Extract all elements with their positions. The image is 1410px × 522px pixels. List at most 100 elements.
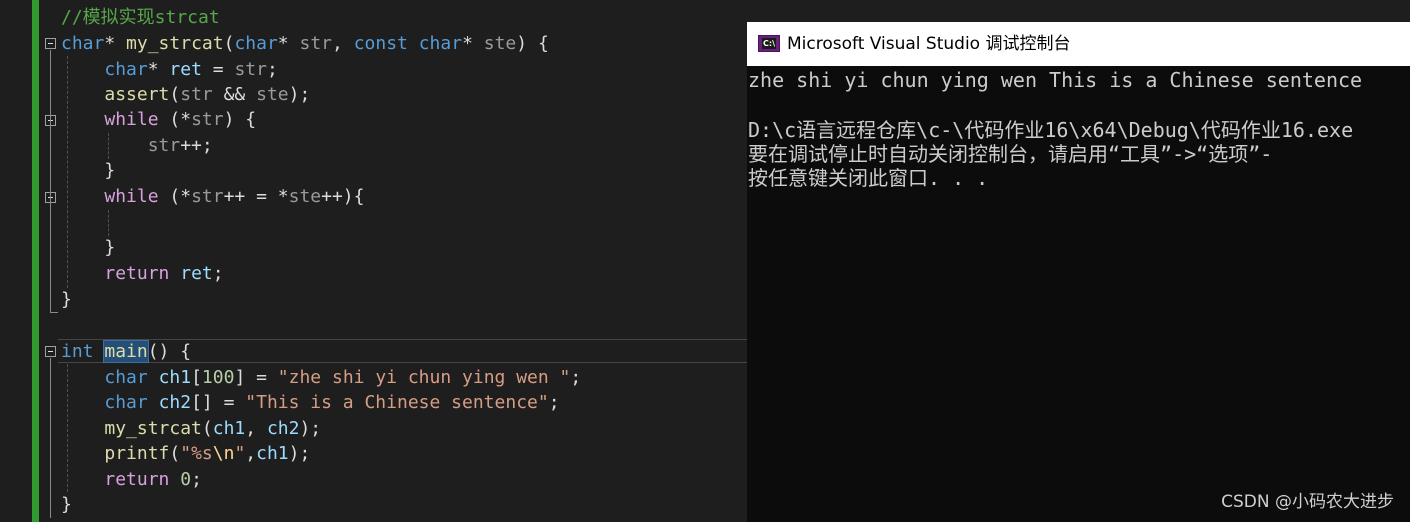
code-text: //模拟实现strcat bbox=[61, 5, 220, 30]
code-token: [ bbox=[191, 367, 202, 388]
code-token: } bbox=[61, 160, 116, 181]
code-text: char* ret = str; bbox=[61, 57, 278, 82]
console-titlebar[interactable]: C:\ Microsoft Visual Studio 调试控制台 bbox=[747, 22, 1410, 66]
code-token: ++; bbox=[180, 135, 213, 156]
code-token: () { bbox=[147, 341, 192, 362]
code-token: ] = bbox=[234, 367, 278, 388]
code-token: 0 bbox=[180, 469, 192, 490]
code-token: } bbox=[61, 237, 116, 258]
code-line[interactable]: while (*str) { bbox=[0, 107, 747, 132]
code-token: ( bbox=[223, 33, 235, 54]
code-text: return ret; bbox=[61, 261, 223, 286]
code-token: (* bbox=[158, 109, 192, 130]
code-token: return bbox=[104, 263, 170, 284]
console-icon-text: C:\ bbox=[762, 38, 776, 49]
console-output-line: D:\c语言远程仓库\c-\代码作业16\x64\Debug\代码作业16.ex… bbox=[748, 118, 1354, 142]
code-token: str bbox=[191, 109, 224, 130]
code-text: } bbox=[61, 235, 115, 260]
code-line[interactable]: printf("%s\n",ch1); bbox=[0, 441, 747, 466]
code-line[interactable]: } bbox=[0, 235, 747, 260]
code-token: ch2 bbox=[158, 392, 192, 413]
code-text: while (*str) { bbox=[61, 107, 256, 132]
code-token: //模拟实现strcat bbox=[61, 7, 220, 28]
code-token: * bbox=[277, 33, 300, 54]
code-line[interactable]: char ch2[] = "This is a Chinese sentence… bbox=[0, 390, 747, 415]
console-output-line: 要在调试停止时自动关闭控制台，请启用“工具”->“选项”- bbox=[748, 142, 1273, 166]
code-token: ; bbox=[266, 59, 278, 80]
code-token: ret bbox=[180, 263, 213, 284]
code-text: } bbox=[61, 158, 115, 183]
code-line[interactable]: } bbox=[0, 287, 747, 312]
code-token: str bbox=[299, 33, 332, 54]
code-token: = bbox=[201, 59, 235, 80]
code-token: ch1 bbox=[212, 418, 246, 439]
code-token: * bbox=[147, 59, 170, 80]
code-text: return 0; bbox=[61, 467, 202, 492]
watermark: CSDN @小码农大进步 bbox=[1221, 492, 1394, 512]
code-line[interactable]: return 0; bbox=[0, 467, 747, 492]
indent-guide bbox=[67, 56, 68, 288]
code-token: ) { bbox=[516, 33, 549, 54]
code-token: } bbox=[61, 494, 72, 515]
code-text: str++; bbox=[61, 133, 213, 158]
code-token: ch1 bbox=[158, 367, 192, 388]
code-text: while (*str++ = *ste++){ bbox=[61, 184, 364, 209]
indent-guide bbox=[108, 133, 109, 159]
code-token: str bbox=[147, 135, 181, 156]
code-token: char bbox=[104, 392, 148, 413]
code-editor[interactable]: //模拟实现strcat char* my_strcat(char* str, c… bbox=[0, 0, 747, 522]
code-text: char* my_strcat(char* str, const char* s… bbox=[61, 31, 549, 56]
code-token: ste bbox=[288, 186, 322, 207]
collapse-toggle-icon[interactable] bbox=[45, 346, 56, 357]
code-token: printf bbox=[104, 443, 170, 464]
code-text: char ch2[] = "This is a Chinese sentence… bbox=[61, 390, 560, 415]
console-title: Microsoft Visual Studio 调试控制台 bbox=[787, 34, 1071, 54]
code-token: const char bbox=[353, 33, 463, 54]
outline-guide bbox=[50, 50, 51, 312]
code-token: } bbox=[61, 289, 72, 310]
code-token: "%s bbox=[180, 443, 213, 464]
code-token: \n bbox=[212, 443, 235, 464]
code-token: ; bbox=[191, 469, 202, 490]
code-line[interactable] bbox=[0, 210, 747, 235]
code-line[interactable]: char* my_strcat(char* str, const char* s… bbox=[0, 31, 747, 56]
code-line[interactable]: my_strcat(ch1, ch2); bbox=[0, 416, 747, 441]
code-token: ret bbox=[169, 59, 202, 80]
code-token: ch1 bbox=[256, 443, 289, 464]
code-line[interactable]: return ret; bbox=[0, 261, 747, 286]
code-text: int main() { bbox=[61, 339, 191, 364]
code-line[interactable]: } bbox=[0, 492, 747, 517]
code-line[interactable]: char ch1[100] = "zhe shi yi chun ying we… bbox=[0, 365, 747, 390]
code-token: ; bbox=[548, 392, 560, 413]
code-line[interactable]: char* ret = str; bbox=[0, 57, 747, 82]
code-line[interactable] bbox=[0, 313, 747, 338]
code-line[interactable]: } bbox=[0, 158, 747, 183]
code-token: str bbox=[191, 186, 224, 207]
code-line[interactable]: int main() { bbox=[0, 339, 747, 364]
console-app-icon: C:\ bbox=[758, 35, 780, 52]
collapse-toggle-icon[interactable] bbox=[45, 38, 56, 49]
code-token: ch2 bbox=[266, 418, 300, 439]
code-line[interactable]: assert(str && ste); bbox=[0, 82, 747, 107]
debug-console-window[interactable]: C:\ Microsoft Visual Studio 调试控制台 zhe sh… bbox=[747, 22, 1410, 522]
outline-guide bbox=[50, 358, 51, 518]
code-text: assert(str && ste); bbox=[61, 82, 310, 107]
indent-guide bbox=[67, 364, 68, 492]
code-token: * bbox=[104, 33, 127, 54]
code-token: "This is a Chinese sentence" bbox=[245, 392, 549, 413]
code-line[interactable]: while (*str++ = *ste++){ bbox=[0, 184, 747, 209]
code-token: my_strcat bbox=[104, 418, 202, 439]
code-token: char bbox=[104, 59, 148, 80]
code-line[interactable]: str++; bbox=[0, 133, 747, 158]
code-token: char bbox=[234, 33, 278, 54]
code-token: , bbox=[332, 33, 354, 54]
code-line[interactable]: //模拟实现strcat bbox=[0, 5, 747, 30]
code-token: * bbox=[462, 33, 484, 54]
code-token: (* bbox=[158, 186, 192, 207]
indent-guide bbox=[108, 210, 109, 236]
